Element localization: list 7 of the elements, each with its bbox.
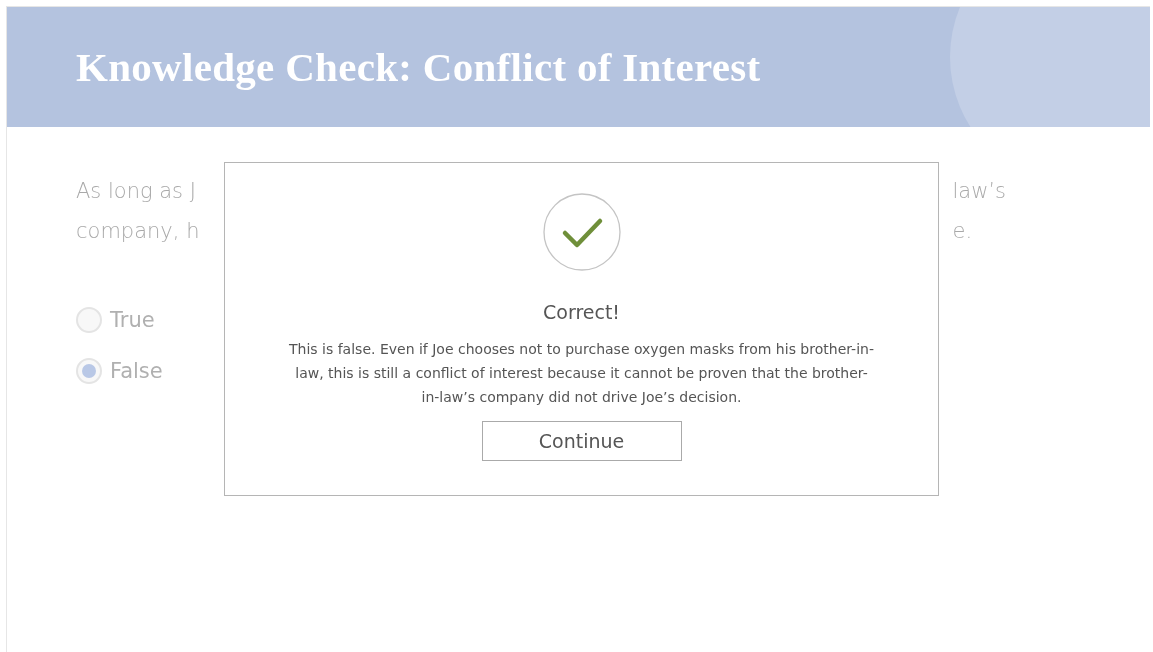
question-text: company, h bbox=[76, 218, 200, 245]
question-text: e. bbox=[952, 218, 974, 245]
feedback-message: This is false. Even if Joe chooses not to purchase oxygen masks from his brother-in-law, this is still a conflict of interest because it cannot be proven that the brother-in-law’s company did not drive Joe’s decision. bbox=[288, 340, 875, 407]
question-text: law’s bbox=[952, 178, 1006, 205]
feedback-heading: Correct! bbox=[543, 301, 620, 323]
question-text: As long as J bbox=[76, 178, 197, 205]
slide-title: Knowledge Check: Conflict of Interest bbox=[76, 43, 761, 91]
